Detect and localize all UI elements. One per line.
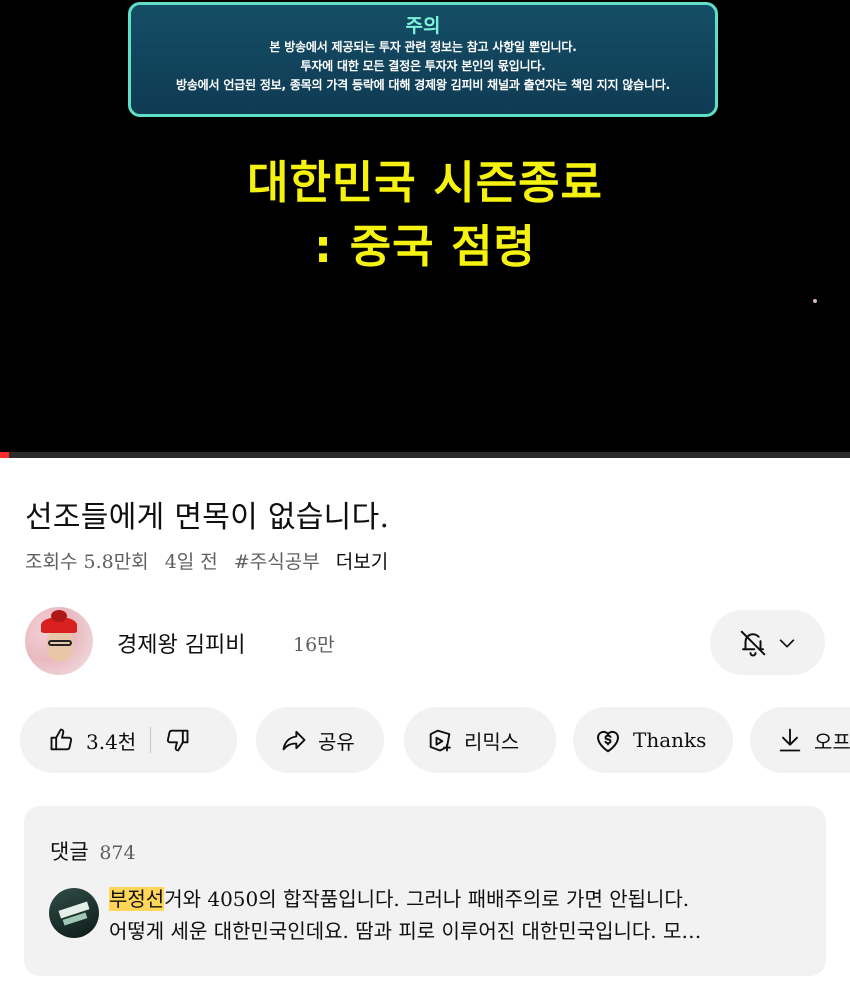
comments-header: 댓글 874 — [50, 836, 136, 866]
video-speck — [813, 299, 817, 303]
disclaimer-line: 투자에 대한 모든 결정은 투자자 본인의 몫입니다. — [300, 59, 546, 73]
hashtag-link[interactable]: #주식공부 — [234, 551, 320, 573]
video-headline-line2: : 중국 점령 — [314, 220, 536, 273]
notification-settings-button[interactable] — [710, 610, 825, 675]
heart-dollar-icon — [597, 730, 619, 753]
subscriber-count: 16만 — [293, 634, 335, 656]
thanks-button[interactable]: Thanks — [573, 707, 733, 773]
share-button[interactable]: 공유 — [256, 707, 384, 773]
upload-age: 4일 전 — [164, 551, 218, 573]
thumbs-up-icon[interactable] — [48, 726, 76, 754]
remix-icon — [429, 729, 451, 752]
share-icon — [282, 730, 306, 751]
progress-fill — [0, 452, 9, 458]
video-headline-line1: 대한민국 시즌종료 — [247, 156, 603, 209]
like-dislike-group: 3.4천 — [20, 707, 237, 773]
disclaimer-title: 주의 — [405, 15, 441, 37]
bell-off-icon — [740, 630, 765, 656]
comments-teaser[interactable]: 댓글 874 부정선거와 4050의 합작품입니다. 그러나 패배주의로 가면 … — [24, 806, 826, 976]
remix-label: 리믹스 — [464, 729, 520, 754]
commenter-avatar[interactable] — [49, 888, 99, 938]
share-label: 공유 — [318, 729, 355, 754]
video-title[interactable]: 선조들에게 면목이 없습니다. — [25, 492, 389, 536]
like-divider — [150, 727, 152, 753]
more-link[interactable]: 더보기 — [336, 551, 388, 573]
download-icon — [779, 728, 801, 752]
highlighted-text: 부정선 — [109, 887, 165, 911]
thumbs-down-icon[interactable] — [163, 726, 191, 754]
download-label: 오프 — [814, 729, 850, 754]
comments-count: 874 — [99, 842, 136, 864]
top-comment-text: 부정선거와 4050의 합작품입니다. 그러나 패배주의로 가면 안됩니다. 어… — [109, 883, 809, 947]
video-meta[interactable]: 조회수 5.8만회 4일 전 #주식공부 더보기 — [25, 547, 398, 574]
avatar-hat-top — [51, 610, 67, 622]
channel-name[interactable]: 경제왕 김피비 — [117, 627, 245, 659]
comments-label: 댓글 — [50, 840, 89, 864]
remix-button[interactable]: 리믹스 — [404, 707, 556, 773]
disclaimer-line: 본 방송에서 제공되는 투자 관련 정보는 참고 사항일 뿐입니다. — [269, 40, 577, 54]
view-count: 조회수 5.8만회 — [25, 551, 149, 573]
channel-avatar[interactable] — [25, 607, 93, 675]
disclaimer-box: 주의 본 방송에서 제공되는 투자 관련 정보는 참고 사항일 뿐입니다. 투자… — [128, 2, 718, 117]
avatar-glasses — [48, 640, 72, 646]
channel-row: 경제왕 김피비 16만 — [0, 605, 850, 681]
thanks-label: Thanks — [633, 728, 707, 752]
download-button[interactable]: 오프 — [750, 707, 850, 773]
chevron-down-icon — [779, 638, 794, 647]
like-count[interactable]: 3.4천 — [86, 726, 136, 755]
comment-line-1-rest: 거와 4050의 합작품입니다. 그러나 패배주의로 가면 안됩니다. — [164, 887, 690, 911]
disclaimer-line: 방송에서 언급된 정보, 종목의 가격 등락에 대해 경제왕 김피비 채널과 출… — [175, 78, 671, 92]
video-player[interactable]: 주의 본 방송에서 제공되는 투자 관련 정보는 참고 사항일 뿐입니다. 투자… — [0, 0, 850, 458]
comment-line-1: 부정선거와 4050의 합작품입니다. 그러나 패배주의로 가면 안됩니다. — [109, 883, 809, 915]
comment-line-2: 어떻게 세운 대한민국인데요. 땀과 피로 이루어진 대한민국입니다. 모… — [109, 919, 702, 943]
